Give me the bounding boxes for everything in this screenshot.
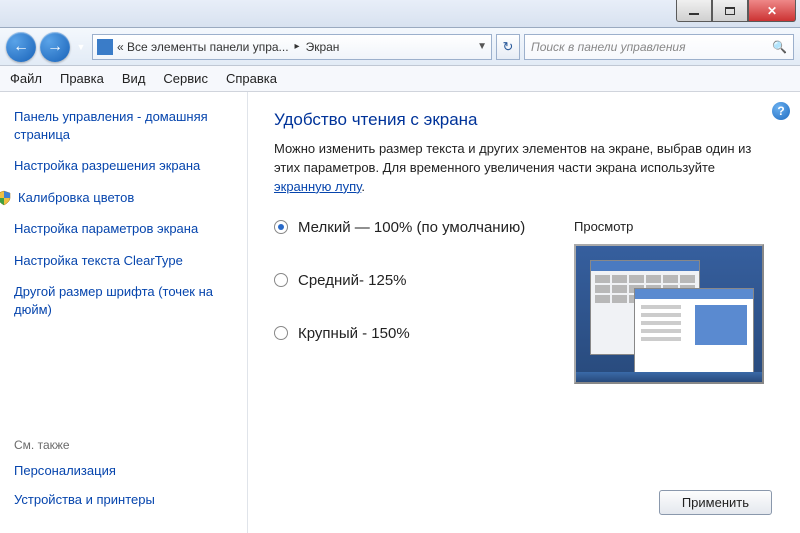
menu-file[interactable]: Файл (10, 71, 42, 86)
menu-help[interactable]: Справка (226, 71, 277, 86)
arrow-right-icon: → (47, 38, 63, 56)
window-controls: ✕ (676, 0, 796, 22)
preview-column: Просмотр (574, 219, 774, 384)
maximize-button[interactable] (712, 0, 748, 22)
page-title: Удобство чтения с экрана (274, 110, 774, 130)
body: Панель управления - домашняя страница На… (0, 92, 800, 533)
sidebar-display-params-link[interactable]: Настройка параметров экрана (14, 220, 233, 238)
see-also-heading: См. также (14, 438, 233, 452)
radio-small[interactable] (274, 220, 288, 234)
sidebar-cleartype-link[interactable]: Настройка текста ClearType (14, 252, 233, 270)
menu-edit[interactable]: Правка (60, 71, 104, 86)
search-icon[interactable]: 🔍 (772, 40, 787, 54)
control-panel-window: ✕ ← → ▼ « Все элементы панели упра... ▸ … (0, 0, 800, 533)
titlebar: ✕ (0, 0, 800, 28)
breadcrumb-item-1[interactable]: Все элементы панели упра... (127, 40, 289, 54)
chevron-right-icon: ▸ (295, 41, 300, 52)
radio-medium[interactable] (274, 273, 288, 287)
search-input[interactable]: Поиск в панели управления 🔍 (524, 34, 794, 60)
arrow-left-icon: ← (13, 38, 29, 56)
sidebar-resolution-link[interactable]: Настройка разрешения экрана (14, 157, 233, 175)
option-large[interactable]: Крупный - 150% (274, 325, 544, 342)
minimize-icon (689, 13, 699, 15)
maximize-icon (725, 7, 735, 15)
magnifier-link[interactable]: экранную лупу (274, 179, 361, 194)
option-small[interactable]: Мелкий — 100% (по умолчанию) (274, 219, 544, 236)
preview-image (574, 244, 764, 384)
display-icon (97, 39, 113, 55)
scaling-options: Мелкий — 100% (по умолчанию) Средний- 12… (274, 219, 774, 384)
preview-label: Просмотр (574, 219, 774, 234)
history-dropdown[interactable]: ▼ (74, 37, 88, 57)
preview-window-front (634, 288, 754, 376)
main-pane: ? Удобство чтения с экрана Можно изменит… (248, 92, 800, 533)
minimize-button[interactable] (676, 0, 712, 22)
option-medium[interactable]: Средний- 125% (274, 272, 544, 289)
menu-service[interactable]: Сервис (163, 71, 208, 86)
address-bar[interactable]: « Все элементы панели упра... ▸ Экран ▼ (92, 34, 492, 60)
sidebar-home-link[interactable]: Панель управления - домашняя страница (14, 108, 233, 143)
option-small-label: Мелкий — 100% (по умолчанию) (298, 219, 525, 236)
sidebar-calibration-link[interactable]: Калибровка цветов (18, 189, 134, 207)
menubar: Файл Правка Вид Сервис Справка (0, 66, 800, 92)
refresh-icon: ↻ (503, 39, 514, 55)
description-text: Можно изменить размер текста и других эл… (274, 141, 751, 175)
apply-button[interactable]: Применить (659, 490, 772, 515)
search-placeholder: Поиск в панели управления (531, 40, 686, 54)
shield-icon (0, 190, 12, 206)
sidebar-devices-link[interactable]: Устройства и принтеры (14, 491, 233, 509)
option-medium-label: Средний- 125% (298, 272, 407, 289)
sidebar-see-also: См. также Персонализация Устройства и пр… (14, 438, 233, 521)
navbar: ← → ▼ « Все элементы панели упра... ▸ Эк… (0, 28, 800, 66)
breadcrumb-item-2[interactable]: Экран (306, 40, 340, 54)
close-button[interactable]: ✕ (748, 0, 796, 22)
radio-large[interactable] (274, 326, 288, 340)
sidebar-personalization-link[interactable]: Персонализация (14, 462, 233, 480)
back-button[interactable]: ← (6, 32, 36, 62)
forward-button[interactable]: → (40, 32, 70, 62)
description: Можно изменить размер текста и других эл… (274, 140, 774, 197)
help-button[interactable]: ? (772, 102, 790, 120)
address-dropdown-icon[interactable]: ▼ (477, 41, 487, 52)
radio-group: Мелкий — 100% (по умолчанию) Средний- 12… (274, 219, 544, 378)
breadcrumb-prefix: « (117, 40, 124, 54)
option-large-label: Крупный - 150% (298, 325, 410, 342)
sidebar: Панель управления - домашняя страница На… (0, 92, 248, 533)
description-end: . (361, 179, 365, 194)
help-icon: ? (777, 104, 784, 118)
refresh-button[interactable]: ↻ (496, 34, 520, 60)
close-icon: ✕ (767, 4, 777, 18)
sidebar-font-size-link[interactable]: Другой размер шрифта (точек на дюйм) (14, 283, 233, 318)
menu-view[interactable]: Вид (122, 71, 146, 86)
